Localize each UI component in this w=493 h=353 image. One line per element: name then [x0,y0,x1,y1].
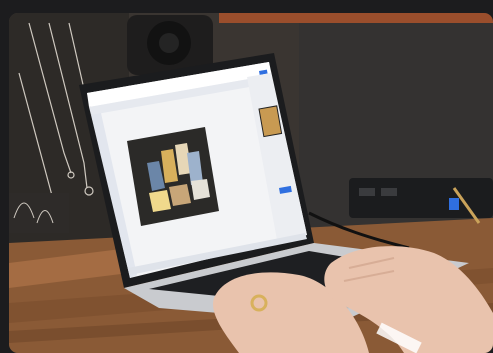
tag-shape [191,179,210,200]
usb-port [359,188,375,196]
screenshot-frame [0,0,493,353]
usb-port [381,188,397,196]
scene-illustration [9,13,493,353]
usb-port-blue [449,198,459,210]
jewelry-pad [9,193,69,233]
photo-card [9,13,493,353]
top-shelf [219,13,493,23]
